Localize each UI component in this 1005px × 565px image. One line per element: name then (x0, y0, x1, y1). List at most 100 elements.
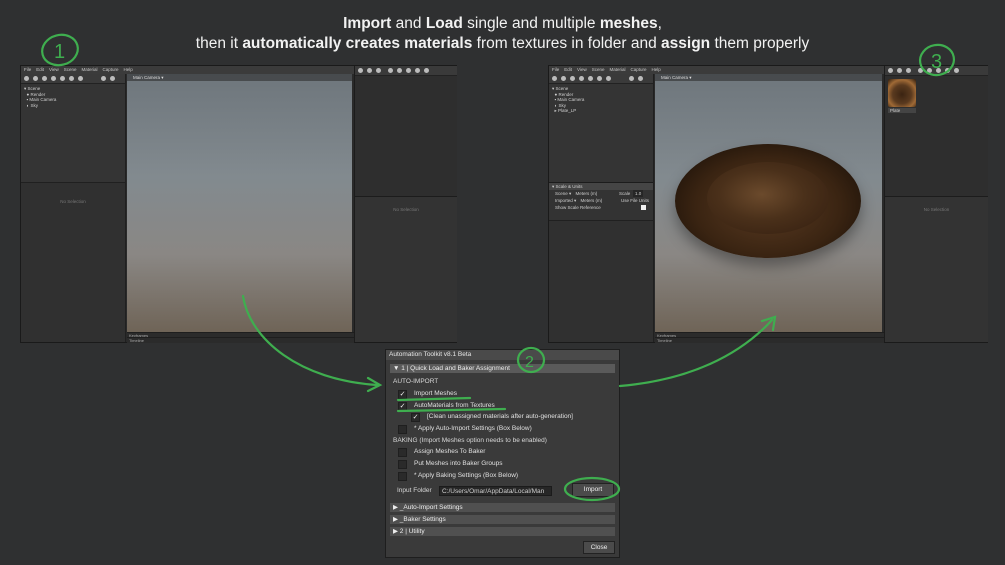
viewport-camera-selector[interactable]: Main Camera ▾ (127, 74, 352, 81)
apply-baking-checkbox[interactable] (398, 472, 407, 481)
import-meshes-checkbox[interactable]: ✓ (398, 390, 407, 399)
tool-icon[interactable] (51, 76, 56, 81)
tool-icon[interactable] (415, 68, 420, 73)
material-name[interactable]: Plate (888, 108, 916, 113)
tool-icon[interactable] (629, 76, 634, 81)
tree-item-plate-lp[interactable]: ▸ Plate_LP (552, 108, 584, 114)
menu-scene[interactable]: Scene (592, 67, 605, 72)
section-auto-import-settings[interactable]: ▶ _Auto-Import Settings (390, 503, 615, 512)
tool-icon[interactable] (33, 76, 38, 81)
tool-icon[interactable] (954, 68, 959, 73)
tool-icon[interactable] (406, 68, 411, 73)
tool-icon[interactable] (906, 68, 911, 73)
materials-panel: Plate No Selection (884, 66, 988, 342)
tool-icon[interactable] (936, 68, 941, 73)
menu-capture[interactable]: Capture (103, 67, 119, 72)
scene-toolbar (549, 74, 653, 84)
viewport[interactable]: Main Camera ▾ (655, 74, 882, 332)
tool-icon[interactable] (388, 68, 393, 73)
tool-icon[interactable] (597, 76, 602, 81)
menu-view[interactable]: View (577, 67, 587, 72)
scale-units-panel: ▾ Scale & Units Scene ▾ Meters (m) Scale… (549, 182, 653, 221)
imported-units-value[interactable]: Meters (m) (581, 198, 603, 203)
show-scale-reference-label: Show Scale Reference (555, 205, 601, 210)
baker-groups-checkbox[interactable] (398, 460, 407, 469)
material-properties-panel: No Selection (355, 196, 457, 342)
viewport[interactable]: Main Camera ▾ (127, 74, 352, 332)
imported-units-label[interactable]: Imported ▾ (555, 198, 576, 203)
tree-item-sky[interactable]: ◐ Sky (24, 103, 56, 109)
tree-item-main-camera[interactable]: ▪ Main Camera (24, 97, 57, 103)
materials-toolbar (885, 66, 988, 76)
tool-icon[interactable] (927, 68, 932, 73)
tool-icon[interactable] (897, 68, 902, 73)
automaterials-label: AutoMaterials from Textures (414, 402, 495, 409)
tool-icon[interactable] (424, 68, 429, 73)
tool-icon[interactable] (358, 68, 363, 73)
menu-material[interactable]: Material (81, 67, 97, 72)
tool-icon[interactable] (570, 76, 575, 81)
section-baker-settings[interactable]: ▶ _Baker Settings (390, 515, 615, 524)
import-button[interactable]: Import (572, 483, 614, 497)
menu-file[interactable]: File (24, 67, 31, 72)
tool-icon[interactable] (42, 76, 47, 81)
assign-meshes-checkbox[interactable] (398, 448, 407, 457)
tree-item-main-camera[interactable]: ▪ Main Camera (552, 97, 585, 103)
input-folder-field[interactable]: C:/Users/Omar/AppData/Local/Man (439, 486, 552, 496)
tool-icon[interactable] (367, 68, 372, 73)
properties-panel: No Selection (21, 182, 125, 342)
headline-line-1: Import and Load single and multiple mesh… (343, 15, 662, 32)
menu-file[interactable]: File (552, 67, 559, 72)
automaterials-checkbox[interactable]: ✓ (398, 402, 407, 411)
section-quick-load[interactable]: ▼ 1 | Quick Load and Baker Assignment (390, 364, 615, 373)
tool-icon[interactable] (588, 76, 593, 81)
menu-edit[interactable]: Edit (564, 67, 572, 72)
tool-icon[interactable] (376, 68, 381, 73)
tool-icon[interactable] (397, 68, 402, 73)
show-scale-reference-row: Show Scale Reference (549, 204, 653, 211)
tool-icon[interactable] (579, 76, 584, 81)
tool-icon[interactable] (24, 76, 29, 81)
scene-units-label[interactable]: Scene ▾ (555, 191, 571, 196)
plate-center (707, 162, 829, 234)
tool-icon[interactable] (78, 76, 83, 81)
imported-units-row: Imported ▾ Meters (m) Use File Units (549, 197, 653, 204)
menu-help[interactable]: Help (124, 67, 133, 72)
menu-material[interactable]: Material (609, 67, 625, 72)
menu-scene[interactable]: Scene (64, 67, 77, 72)
tool-icon[interactable] (110, 76, 115, 81)
apply-auto-import-checkbox[interactable] (398, 425, 407, 434)
tool-icon[interactable] (638, 76, 643, 81)
tool-icon[interactable] (60, 76, 65, 81)
baker-groups-label: Put Meshes into Baker Groups (414, 460, 503, 467)
show-scale-reference-checkbox[interactable] (641, 205, 646, 210)
close-button[interactable]: Close (583, 541, 615, 554)
tool-icon[interactable] (918, 68, 923, 73)
scale-units-header[interactable]: ▾ Scale & Units (549, 183, 653, 190)
apply-auto-import-label: * Apply Auto-Import Settings (Box Below) (414, 425, 532, 432)
use-file-units-label[interactable]: Use File Units (621, 197, 649, 204)
scene-units-value[interactable]: Meters (m) (576, 191, 598, 196)
scale-label: Scale (619, 191, 631, 196)
material-thumbnail-plate[interactable] (888, 79, 916, 107)
annotation-arrowhead-1 (366, 376, 383, 393)
tool-icon[interactable] (888, 68, 893, 73)
tool-icon[interactable] (561, 76, 566, 81)
tool-icon[interactable] (69, 76, 74, 81)
timeline-bar[interactable]: Timeline (127, 337, 354, 343)
menu-capture[interactable]: Capture (631, 67, 647, 72)
viewport-camera-selector[interactable]: Main Camera ▾ (655, 74, 882, 81)
menu-edit[interactable]: Edit (36, 67, 44, 72)
menu-view[interactable]: View (49, 67, 59, 72)
section-utility[interactable]: ▶ 2 | Utility (390, 527, 615, 536)
menu-help[interactable]: Help (652, 67, 661, 72)
tool-icon[interactable] (606, 76, 611, 81)
scene-panel: ▾ Scene ● Render ▪ Main Camera ◐ Sky No … (21, 74, 126, 342)
scale-value[interactable]: 1.0 (633, 190, 644, 197)
clean-unassigned-checkbox[interactable]: ✓ (411, 413, 420, 422)
tool-icon[interactable] (945, 68, 950, 73)
tool-icon[interactable] (552, 76, 557, 81)
timeline-bar[interactable]: Timeline (655, 337, 884, 343)
tool-icon[interactable] (101, 76, 106, 81)
scene-toolbar (21, 74, 125, 84)
